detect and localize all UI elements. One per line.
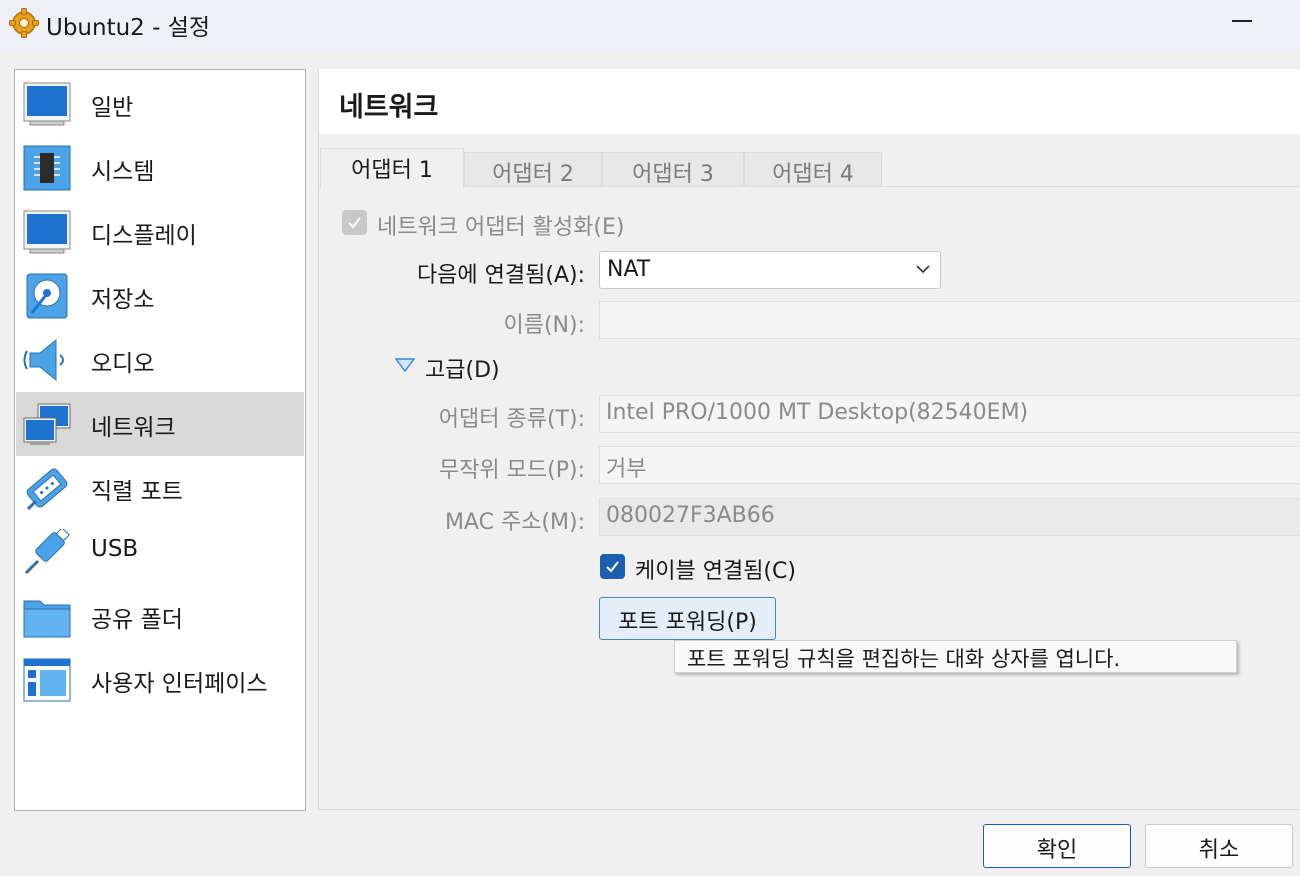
sidebar-item-storage[interactable]: 저장소	[16, 264, 304, 328]
port-forwarding-button[interactable]: 포트 포워딩(P)	[599, 597, 776, 640]
tab-adapter-3[interactable]: 어댑터 3	[602, 152, 744, 187]
chevron-down-icon	[916, 265, 930, 274]
usb-icon	[24, 529, 70, 575]
sidebar-item-label: 직렬 포트	[91, 479, 183, 505]
expand-triangle-icon[interactable]	[395, 358, 415, 372]
sidebar-item-label: 일반	[91, 95, 134, 121]
name-field[interactable]	[599, 301, 1300, 339]
tab-adapter-1[interactable]: 어댑터 1	[320, 148, 464, 188]
sidebar-item-label: 사용자 인터페이스	[91, 671, 268, 697]
sidebar-item-usb[interactable]: USB	[16, 520, 304, 584]
page-title: 네트워크	[339, 92, 439, 123]
settings-gear-icon	[9, 8, 39, 38]
promiscuous-mode-label: 무작위 모드(P):	[438, 458, 585, 483]
sidebar-item-label: 디스플레이	[91, 223, 197, 249]
sidebar-item-shared-folders[interactable]: 공유 폴더	[16, 584, 304, 648]
sidebar-item-audio[interactable]: 오디오	[16, 328, 304, 392]
cable-connected-label[interactable]: 케이블 연결됨(C)	[635, 553, 796, 585]
sidebar-item-display[interactable]: 디스플레이	[16, 200, 304, 264]
network-icon	[23, 403, 71, 445]
attached-to-value: NAT	[607, 257, 651, 282]
sidebar-item-label: 공유 폴더	[91, 607, 183, 633]
serial-port-icon	[26, 468, 68, 511]
name-label: 이름(N):	[503, 313, 585, 338]
ui-layout-icon	[23, 658, 71, 702]
tab-adapter-2[interactable]: 어댑터 2	[464, 152, 602, 187]
network-settings-panel: 네트워크 어댑터 1 어댑터 2 어댑터 3 어댑터 4 네트워크 어댑터 활성…	[318, 69, 1300, 810]
adapter-type-label: 어댑터 종류(T):	[438, 407, 585, 432]
checkmark-icon	[606, 561, 619, 573]
port-forwarding-tooltip: 포트 포워딩 규칙을 편집하는 대화 상자를 엽니다.	[674, 640, 1237, 673]
enable-adapter-label: 네트워크 어댑터 활성화(E)	[377, 215, 625, 240]
attached-to-select[interactable]: NAT	[599, 251, 941, 289]
sidebar-item-label: 저장소	[91, 287, 155, 313]
cable-connected-checkbox[interactable]	[600, 554, 625, 579]
attached-to-label: 다음에 연결됨(A):	[416, 263, 585, 288]
sidebar-item-label: 시스템	[91, 159, 155, 185]
disk-icon	[26, 273, 68, 319]
checkmark-icon	[348, 217, 361, 229]
sidebar-item-label: 네트워크	[91, 415, 176, 441]
sidebar-item-network[interactable]: 네트워크	[16, 392, 304, 456]
ok-button[interactable]: 확인	[983, 824, 1131, 868]
general-icon	[23, 82, 71, 126]
sidebar-item-user-interface[interactable]: 사용자 인터페이스	[16, 648, 304, 712]
mac-address-field[interactable]: 080027F3AB66	[599, 498, 1300, 536]
window-title: Ubuntu2 - 설정	[46, 15, 211, 41]
enable-adapter-checkbox[interactable]	[342, 210, 367, 235]
promiscuous-mode-select[interactable]: 거부	[599, 446, 1300, 484]
sidebar-item-general[interactable]: 일반	[16, 72, 304, 136]
sidebar-item-serial-port[interactable]: 직렬 포트	[16, 456, 304, 520]
display-icon	[23, 210, 71, 254]
folder-icon	[23, 600, 71, 638]
title-bar: Ubuntu2 - 설정	[0, 0, 1300, 50]
settings-sidebar: 일반 시스템 디스플레이 저장소 오디오 네트워크 직렬 포트 USB 공유 폴…	[14, 69, 306, 811]
mac-address-label: MAC 주소(M):	[444, 510, 585, 535]
sidebar-item-label: USB	[91, 536, 139, 562]
sidebar-item-label: 오디오	[91, 351, 155, 377]
chip-icon	[23, 145, 71, 191]
advanced-toggle-label[interactable]: 고급(D)	[425, 352, 500, 384]
adapter-type-select[interactable]: Intel PRO/1000 MT Desktop(82540EM)	[599, 395, 1300, 433]
tab-adapter-4[interactable]: 어댑터 4	[744, 152, 882, 187]
speaker-icon	[23, 338, 64, 382]
minimize-button[interactable]	[1228, 20, 1256, 26]
sidebar-item-system[interactable]: 시스템	[16, 136, 304, 200]
cancel-button[interactable]: 취소	[1145, 824, 1293, 868]
page-header: 네트워크	[319, 69, 1300, 134]
